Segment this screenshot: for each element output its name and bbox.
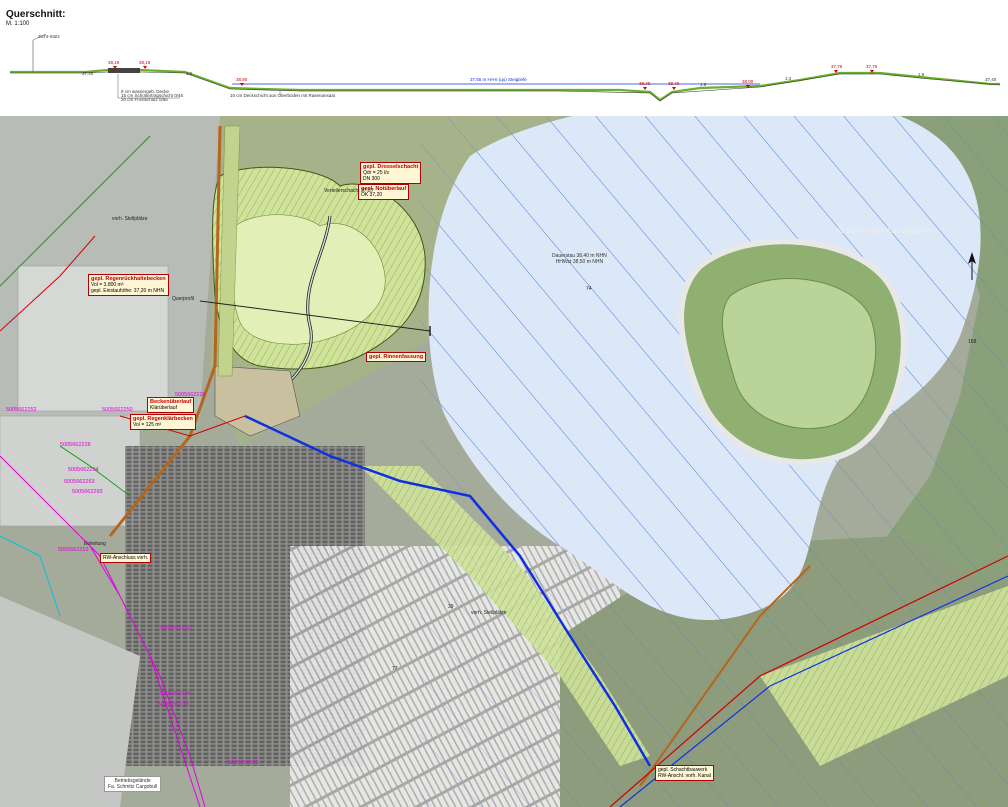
park-label: Rechtsrheinges Auenwäldchen: [836, 228, 933, 235]
elevation-label: 38,40: [668, 81, 680, 86]
water-level-label: 37,55 m Hi-Hi (qu) Steigtiefe: [470, 77, 527, 82]
infiltration-label: gepl. Rinnenfassung: [366, 352, 427, 362]
retaining-label: Sicht-Stütz: [38, 34, 61, 39]
pipe-id-label: 5005656134: [160, 691, 191, 697]
storm-note-label: RW-Anschluss vorh.: [100, 553, 152, 563]
cross-section-marker-label: Querprofil: [172, 296, 194, 302]
pipe-id-label: 5005656135: [228, 760, 259, 766]
elevation-label: 37,40: [82, 71, 94, 76]
elevation-label: 37,76: [831, 64, 843, 69]
company-label: Betriebsgelände Fa. Schmitz Cargobull: [104, 776, 162, 792]
elevation-label: 38,19: [108, 60, 120, 65]
pipe-id-label: 5005662293: [72, 489, 103, 495]
pipe-id-label: 5005662252: [6, 407, 37, 413]
pipe-id-label: 5005662294: [68, 467, 99, 473]
slope-label: 1:4: [785, 76, 792, 81]
distribution-shaft-label: Verteilerschacht 37,37: [324, 188, 374, 194]
site-plan-map: Dauerstau 38,40 m NHN HHWst 38,50 m NHN …: [0, 116, 1008, 807]
connection-note-label: gepl. Schachtbauwerk RW-Anschl. vorh. Ka…: [655, 765, 714, 781]
lake-parcel-number: 74: [586, 286, 592, 292]
elevation-label: 38,40: [639, 81, 651, 86]
pipe-id-label: 5005662250: [102, 407, 133, 413]
elevation-label: 38,00: [742, 79, 754, 84]
elevation-label: 38,19: [139, 60, 151, 65]
pipe-id-label: 5005662226: [175, 392, 206, 398]
pipe-id-label: 5005656133: [158, 702, 189, 708]
clarifier-label: gepl. Regenklärbecken Vol = 125 m³: [130, 414, 196, 430]
soil-layer-label: 10 cm Deckschicht aus Oberboden mit Rase…: [230, 93, 336, 98]
parking-label: vorh. Stellplätze: [112, 216, 148, 222]
elevation-label: 37,40: [985, 77, 997, 82]
pipe-id-label: 5005662252: [160, 625, 191, 631]
elevation-label: 37,76: [866, 64, 878, 69]
parcel-number: 39: [448, 604, 454, 610]
north-arrow-icon: [968, 252, 976, 280]
site-plan-drawing: [0, 116, 1008, 807]
parcel-number: 77: [392, 666, 398, 672]
retention-basin-label: gepl. Regenrückhaltebecken Vol = 3.800 m…: [88, 274, 169, 296]
path-layer-label: 20 cm Frostschutz 0/56: [121, 97, 168, 102]
pipe-id-label: 5005662228: [60, 442, 91, 448]
lake-water-level: Dauerstau 38,40 m NHN HHWst 38,50 m NHN: [552, 253, 607, 265]
slope-label: 1:6: [186, 71, 193, 76]
pipe-id-label: 5005662263: [64, 479, 95, 485]
cross-section-panel: Querschnitt: M. 1:100 38,19 38,19 38,80 …: [0, 0, 1008, 117]
pipe-id-label: 5005662253: [58, 547, 89, 553]
throttle-shaft-label: gepl. Drosselschacht Qdr = 25 l/s DN 300: [360, 162, 422, 184]
basin-overflow-label: Beckenüberlauf Klärüberlauf: [147, 397, 195, 413]
slope-label: 1:9: [700, 82, 707, 87]
elevation-label: 38,80: [236, 77, 248, 82]
path-structure: [108, 68, 140, 73]
parking-label: vorh. Stellplätze: [471, 610, 507, 616]
parcel-number: 168: [968, 339, 977, 345]
slope-label: 1:6: [918, 72, 925, 77]
cross-section-drawing: 38,19 38,19 38,80 38,40 38,40 38,00 37,7…: [10, 33, 1001, 102]
